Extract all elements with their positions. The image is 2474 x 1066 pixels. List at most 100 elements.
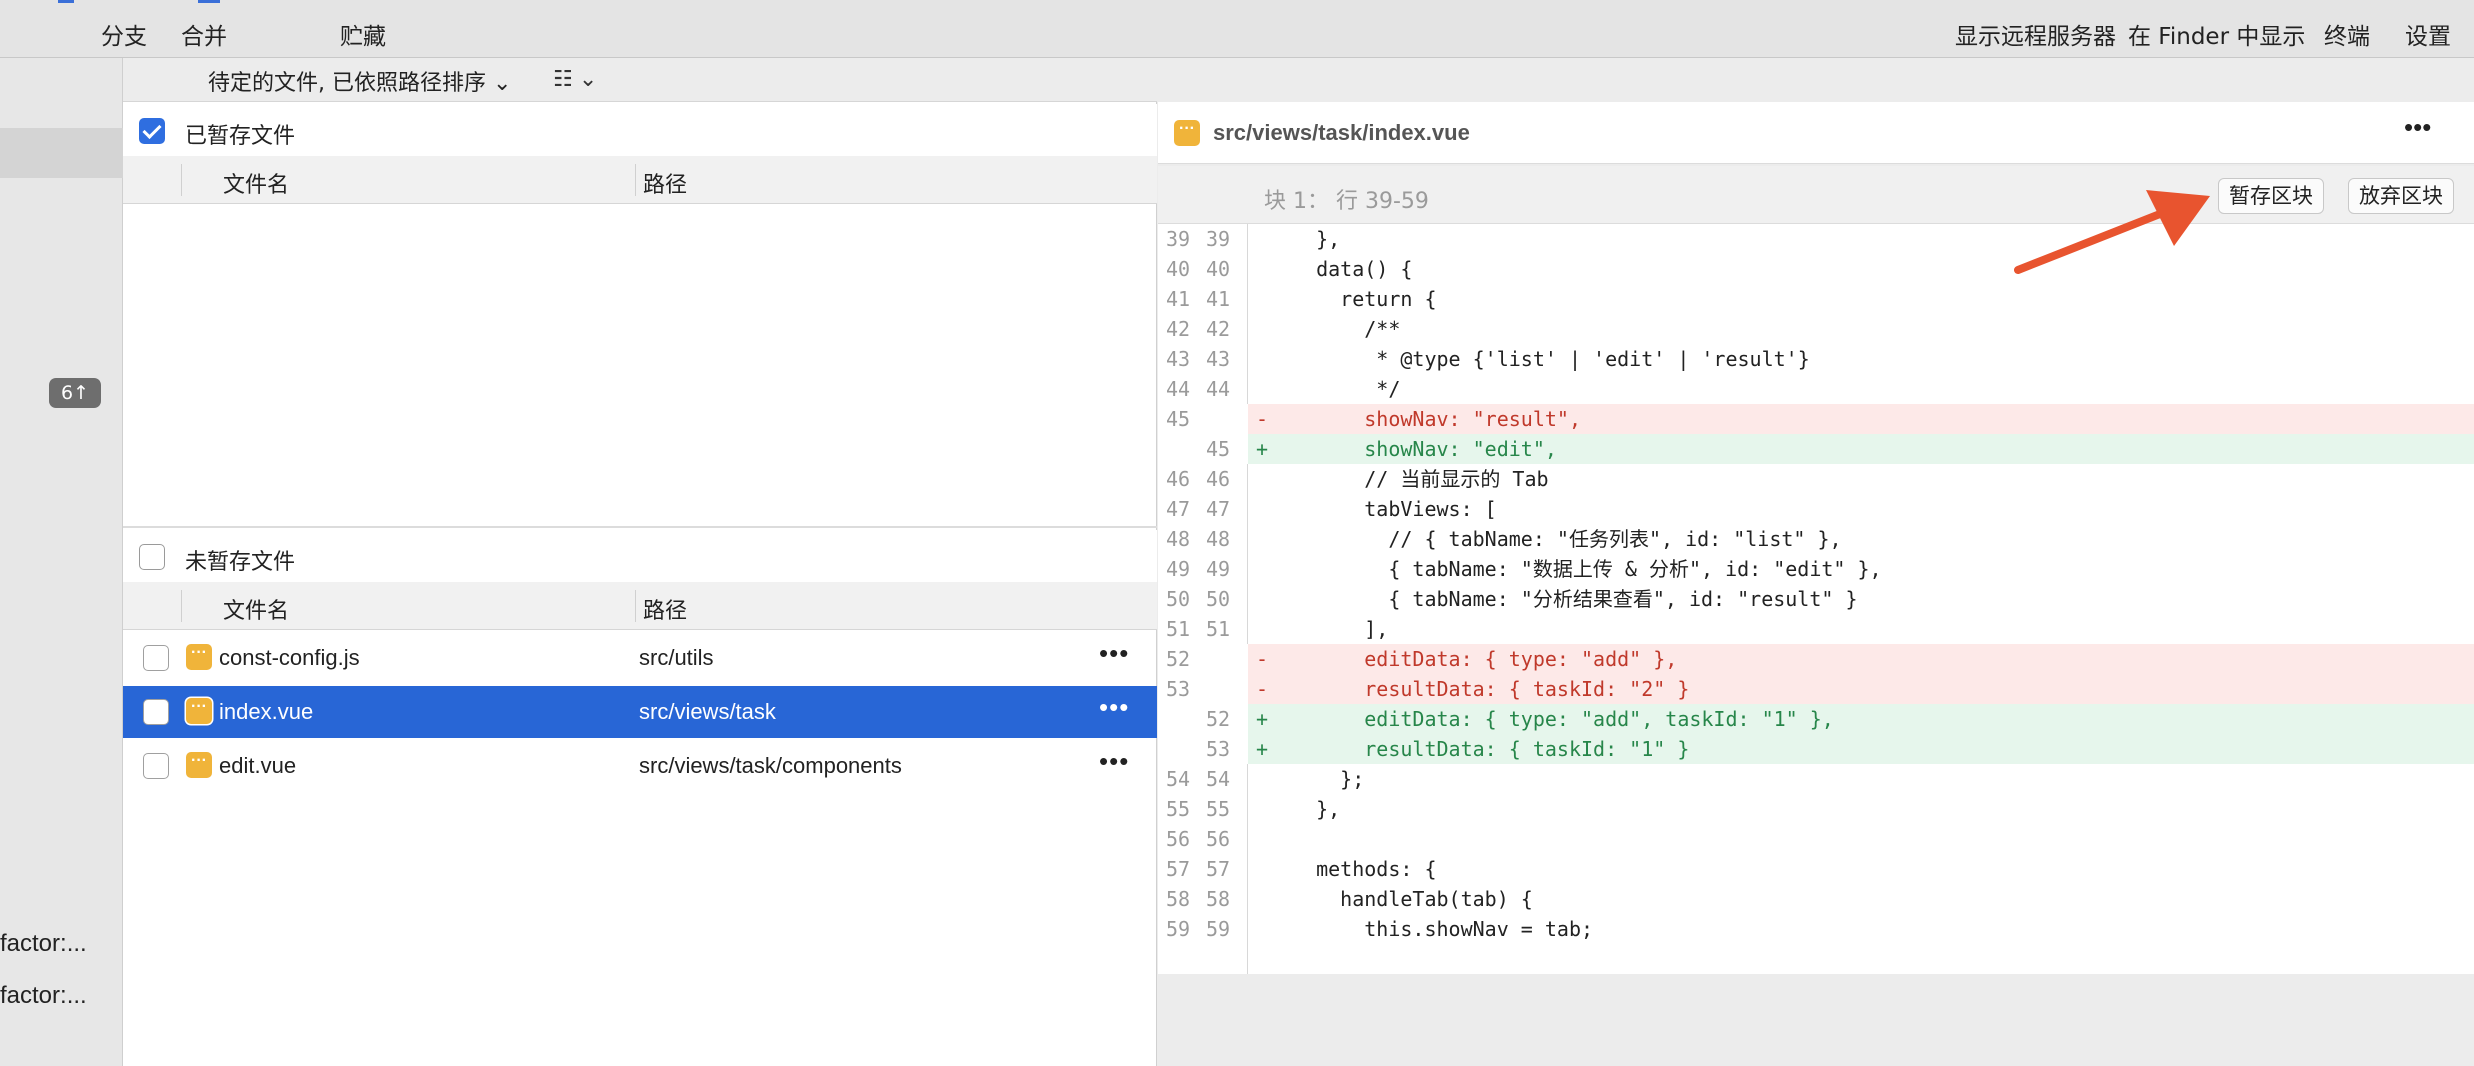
diff-line-removed[interactable]: 45 - showNav: "result", — [1158, 403, 2474, 434]
new-line-number: 52 — [1206, 706, 1231, 731]
branch-button[interactable]: 分支 — [101, 17, 147, 51]
file-stage-checkbox[interactable] — [143, 699, 169, 725]
column-divider[interactable] — [181, 164, 182, 196]
diff-marker: - — [1256, 676, 1269, 701]
sidebar-selected-item[interactable] — [0, 128, 123, 178]
old-line-number: 51 — [1166, 616, 1191, 641]
diff-line[interactable]: 51 51 ], — [1158, 614, 2474, 644]
settings-button[interactable]: 设置 — [2405, 17, 2451, 51]
diff-line[interactable]: 49 49 { tabName: "数据上传 & 分析", id: "edit" … — [1158, 554, 2474, 584]
diff-line[interactable]: 39 39 }, — [1158, 224, 2474, 254]
modified-file-icon: ··· — [186, 698, 212, 724]
file-path: src/views/task/components — [639, 753, 902, 778]
more-actions-icon[interactable]: ••• — [2404, 112, 2431, 143]
merge-button[interactable]: 合并 — [181, 17, 227, 51]
code-text: tabViews: [ — [1292, 496, 1497, 521]
code-text: this.showNav = tab; — [1292, 916, 1594, 941]
file-stage-checkbox[interactable] — [143, 645, 169, 671]
chevron-down-icon: ⌄ — [578, 66, 598, 91]
diff-line[interactable]: 44 44 */ — [1158, 374, 2474, 404]
new-line-number: 44 — [1206, 376, 1231, 401]
diff-line[interactable]: 42 42 /** — [1158, 314, 2474, 344]
diff-line[interactable]: 58 58 handleTab(tab) { — [1158, 884, 2474, 914]
diff-line[interactable]: 50 50 { tabName: "分析结果查看", id: "result" } — [1158, 584, 2474, 614]
old-line-number: 39 — [1166, 227, 1191, 251]
stage-hunk-button[interactable]: 暂存区块 — [2218, 178, 2324, 214]
stage-all-checkbox[interactable] — [139, 118, 165, 144]
terminal-button[interactable]: 终端 — [2324, 17, 2370, 51]
show-remote-button[interactable]: 显示远程服务器 — [1955, 17, 2116, 51]
view-mode-button[interactable]: ☷ ⌄ — [553, 66, 597, 92]
code-text: editData: { type: "add", taskId: "1" }, — [1292, 706, 1834, 731]
diff-marker: - — [1256, 406, 1269, 431]
show-in-finder-button[interactable]: 在 Finder 中显示 — [2128, 17, 2305, 51]
column-filename[interactable]: 文件名 — [223, 167, 289, 199]
more-actions-icon[interactable]: ••• — [1099, 692, 1129, 723]
column-path[interactable]: 路径 — [643, 593, 687, 625]
diff-line-added[interactable]: 53 + resultData: { taskId: "1" } — [1158, 733, 2474, 764]
discard-hunk-button[interactable]: 放弃区块 — [2348, 178, 2454, 214]
sidebar-commit-item[interactable]: factor:... — [0, 982, 87, 1010]
code-text: return { — [1292, 286, 1437, 311]
code-text: ], — [1292, 616, 1389, 641]
diff-line-added[interactable]: 45 + showNav: "edit", — [1158, 433, 2474, 464]
chevron-down-icon: ⌄ — [493, 71, 512, 96]
diff-line[interactable]: 57 57 methods: { — [1158, 854, 2474, 884]
unstaged-files-header: 未暂存文件 — [123, 530, 1157, 582]
file-path: src/views/task — [639, 699, 776, 724]
stage-all-unstaged-checkbox[interactable] — [139, 544, 165, 570]
column-divider[interactable] — [635, 164, 636, 196]
diff-line[interactable]: 54 54 }; — [1158, 764, 2474, 794]
unstaged-column-header: 文件名 路径 — [123, 582, 1157, 630]
old-line-number: 44 — [1166, 376, 1191, 401]
code-text: /** — [1292, 316, 1401, 341]
code-text: methods: { — [1292, 856, 1437, 881]
old-line-number: 43 — [1166, 346, 1191, 371]
new-line-number: 57 — [1206, 856, 1231, 881]
diff-line[interactable]: 59 59 this.showNav = tab; — [1158, 914, 2474, 944]
column-filename[interactable]: 文件名 — [223, 593, 289, 625]
diff-line[interactable]: 40 40 data() { — [1158, 254, 2474, 284]
diff-line-removed[interactable]: 53 - resultData: { taskId: "2" } — [1158, 673, 2474, 704]
diff-line-removed[interactable]: 52 - editData: { type: "add" }, — [1158, 643, 2474, 674]
diff-line[interactable]: 47 47 tabViews: [ — [1158, 494, 2474, 524]
old-line-number: 52 — [1166, 646, 1191, 671]
staged-files-header: 已暂存文件 — [123, 104, 1157, 156]
diff-line[interactable]: 46 46 // 当前显示的 Tab — [1158, 464, 2474, 494]
new-line-number: 54 — [1206, 766, 1231, 791]
toolbar-edge — [198, 0, 220, 3]
stash-button[interactable]: 贮藏 — [340, 17, 386, 51]
diff-code-view[interactable]: 39 39 }, 40 40 data() {41 41 return {42 42 /*… — [1158, 224, 2474, 974]
code-text: { tabName: "数据上传 & 分析", id: "edit" }, — [1292, 556, 1882, 581]
pane-divider[interactable] — [123, 526, 1157, 528]
old-line-number: 55 — [1166, 796, 1191, 821]
old-line-number: 57 — [1166, 856, 1191, 881]
diff-line[interactable]: 56 56 — [1158, 824, 2474, 854]
file-stage-checkbox[interactable] — [143, 753, 169, 779]
more-actions-icon[interactable]: ••• — [1099, 638, 1129, 669]
annotation-arrow-icon — [2014, 190, 2210, 274]
diff-line[interactable]: 55 55 }, — [1158, 794, 2474, 824]
file-row-selected[interactable]: ··· index.vue src/views/task ••• — [123, 686, 1157, 738]
new-line-number: 48 — [1206, 526, 1231, 551]
old-line-number: 49 — [1166, 556, 1191, 581]
old-line-number: 58 — [1166, 886, 1191, 911]
diff-line-added[interactable]: 52 + editData: { type: "add", taskId: "1"… — [1158, 703, 2474, 734]
more-actions-icon[interactable]: ••• — [1099, 746, 1129, 777]
hunk-title: 块 1： 行 39-59 — [1264, 189, 1429, 214]
modified-file-icon: ··· — [186, 644, 212, 670]
file-row[interactable]: ··· const-config.js src/utils ••• — [123, 632, 1157, 684]
column-path[interactable]: 路径 — [643, 167, 687, 199]
sidebar-commit-item[interactable]: factor:... — [0, 930, 87, 958]
column-divider[interactable] — [181, 590, 182, 622]
diff-line[interactable]: 48 48 // { tabName: "任务列表", id: "list" }, — [1158, 524, 2474, 554]
sort-dropdown[interactable]: 待定的文件, 已依照路径排序 ⌄ — [208, 65, 511, 97]
toolbar-edge — [58, 0, 74, 3]
diff-line[interactable]: 43 43 * @type {'list' | 'edit' | 'result'… — [1158, 344, 2474, 374]
diff-line[interactable]: 41 41 return { — [1158, 284, 2474, 314]
column-divider[interactable] — [635, 590, 636, 622]
code-text: }; — [1292, 766, 1365, 791]
staged-files-title: 已暂存文件 — [185, 124, 296, 149]
new-line-number: 39 — [1206, 227, 1231, 251]
file-row[interactable]: ··· edit.vue src/views/task/components •… — [123, 740, 1157, 792]
